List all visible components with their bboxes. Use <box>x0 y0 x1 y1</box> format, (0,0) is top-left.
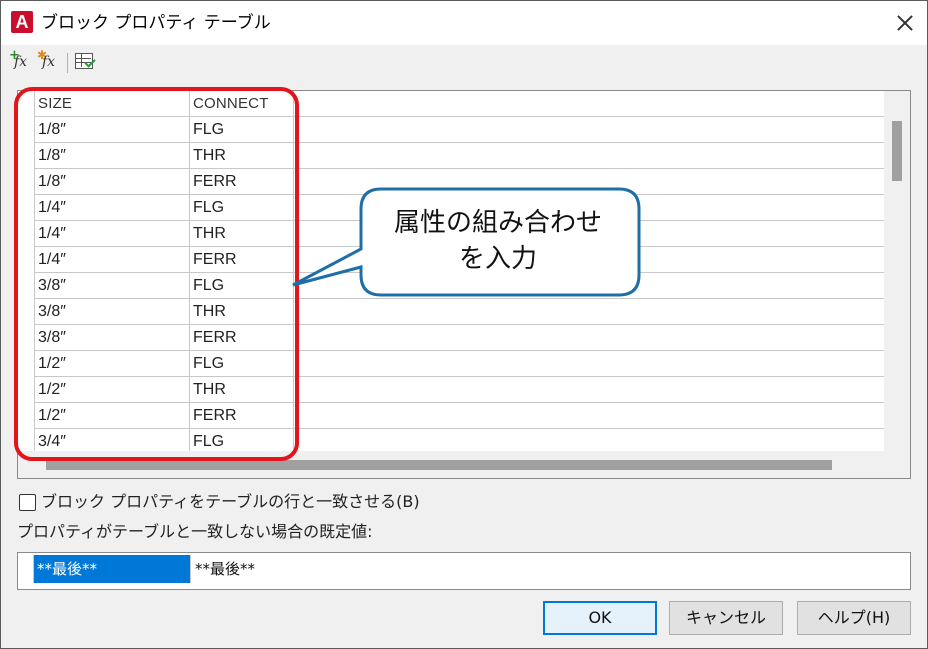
help-button[interactable]: ヘルプ(H) <box>797 601 911 635</box>
add-property-icon[interactable]: + fx <box>9 48 35 77</box>
scrollbar-corner <box>884 451 910 478</box>
toolbar-separator <box>67 53 68 73</box>
vertical-scrollbar[interactable] <box>884 91 910 451</box>
sync-checkbox[interactable] <box>19 494 36 511</box>
title-bar: A ブロック プロパティ テーブル <box>1 1 927 45</box>
default-value-connect[interactable]: **最後** <box>190 555 910 583</box>
close-icon[interactable] <box>887 5 923 41</box>
default-values-row[interactable]: **最後** **最後** <box>17 552 911 590</box>
sync-checkbox-label[interactable]: ブロック プロパティをテーブルの行と一致させる(B) <box>41 491 420 513</box>
default-value-caption: プロパティがテーブルと一致しない場合の既定値: <box>17 522 373 541</box>
autocad-app-icon: A <box>11 11 33 33</box>
horizontal-scroll-thumb[interactable] <box>46 460 832 470</box>
callout-text: 属性の組み合わせ を入力 <box>357 205 639 277</box>
audit-table-icon[interactable] <box>73 49 99 77</box>
cancel-button[interactable]: キャンセル <box>669 601 783 635</box>
fx-glyph: fx <box>42 54 56 70</box>
callout-line-2: を入力 <box>458 244 537 274</box>
block-property-table-dialog: A ブロック プロパティ テーブル + fx ✱ fx SIZE CONNECT… <box>0 0 928 649</box>
input-area-highlight <box>14 87 299 461</box>
add-user-parameter-icon[interactable]: ✱ fx <box>37 48 63 77</box>
fx-glyph: fx <box>14 54 28 70</box>
annotation-callout: 属性の組み合わせ を入力 <box>292 187 641 297</box>
row-header-cell <box>18 555 34 583</box>
default-value-size[interactable]: **最後** <box>34 555 190 583</box>
vertical-scroll-thumb[interactable] <box>892 121 902 181</box>
ok-button[interactable]: OK <box>543 601 657 635</box>
dialog-title: ブロック プロパティ テーブル <box>41 13 271 33</box>
callout-line-1: 属性の組み合わせ <box>393 208 602 238</box>
